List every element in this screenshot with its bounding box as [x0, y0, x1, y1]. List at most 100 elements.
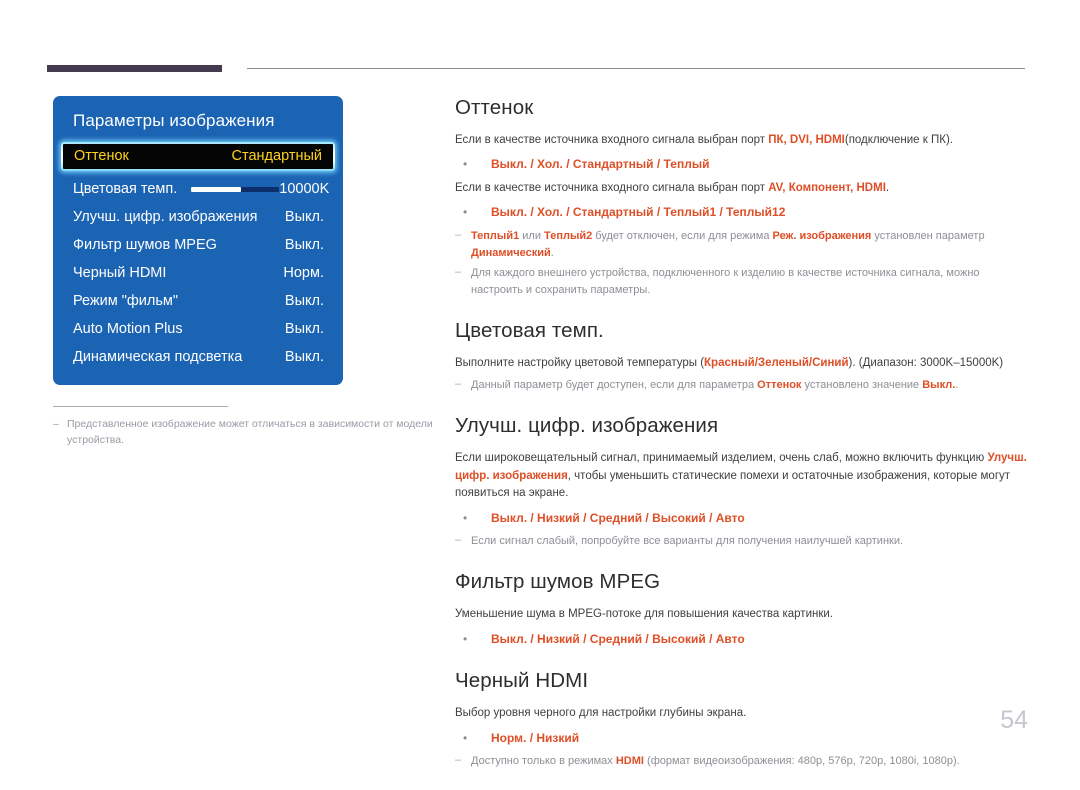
osd-row-digital-clean[interactable]: Улучш. цифр. изображения Выкл.	[53, 203, 343, 231]
tint-note1-b: или	[519, 229, 545, 242]
tint-note1-c: Теплый2	[544, 229, 593, 242]
osd-row-label-dynamic-backlight: Динамическая подсветка	[73, 349, 243, 365]
tint-note1-h: .	[550, 246, 554, 259]
osd-row-value-auto-motion-plus: Выкл.	[284, 321, 324, 337]
osd-footnote-rule	[53, 406, 228, 407]
digital-clean-options-text: Выкл. / Низкий / Средний / Высокий / Авт…	[491, 510, 745, 525]
osd-row-label-film-mode: Режим "фильм"	[73, 293, 179, 309]
tint-para1-post: (подключение к ПК).	[844, 134, 953, 146]
tint-note-1: ‒ Теплый1 или Теплый2 будет отключен, есл…	[455, 228, 1027, 262]
section-title-color-temp: Цветовая темп.	[455, 318, 604, 342]
osd-footnote: ‒ Представленное изображение может отлич…	[53, 406, 433, 449]
bullet-icon: •	[463, 730, 468, 745]
tint-note2-text: Для каждого внешнего устройства, подключ…	[471, 266, 980, 296]
osd-row-value-hdmi-black: Норм.	[283, 265, 324, 281]
hdmi-black-paragraph: Выбор уровня черного для настройки глуби…	[455, 707, 747, 720]
color-temp-note-b: Оттенок	[757, 379, 802, 392]
page-header-rule	[0, 62, 1080, 74]
color-temp-para-post: ). (Диапазон: 3000K–15000K)	[848, 356, 1004, 369]
tint-options-av-list: • Выкл. / Хол. / Стандартный / Теплый1 / …	[455, 202, 1027, 222]
page-number: 54	[1000, 706, 1028, 734]
note-dash-icon: ‒	[455, 753, 462, 766]
color-temp-note-d: Выкл.	[922, 379, 956, 392]
osd-menu-panel: Параметры изображения Оттенок Стандартны…	[53, 96, 343, 385]
osd-menu-title: Параметры изображения	[73, 111, 275, 130]
tint-note-2: ‒ Для каждого внешнего устройства, подклю…	[455, 265, 1027, 299]
digital-clean-options-list: • Выкл. / Низкий / Средний / Высокий / Ав…	[455, 508, 1027, 528]
osd-row-dynamic-backlight[interactable]: Динамическая подсветка Выкл.	[53, 343, 343, 371]
osd-illustration-column: Параметры изображения Оттенок Стандартны…	[53, 96, 433, 449]
digital-clean-options-item: • Выкл. / Низкий / Средний / Высокий / Ав…	[455, 508, 1027, 528]
digital-clean-note-text: Если сигнал слабый, попробуйте все вариа…	[471, 535, 904, 548]
tint-para1-pre: Если в качестве источника входного сигна…	[455, 134, 769, 146]
section-title-tint: Оттенок	[455, 96, 534, 119]
tint-options-av-item: • Выкл. / Хол. / Стандартный / Теплый1 / …	[455, 202, 1027, 222]
color-temp-note-e: .	[955, 379, 959, 392]
hdmi-black-note-c: (формат видеоизображения: 480p, 576p, 72…	[643, 754, 960, 767]
osd-row-label-hdmi-black: Черный HDMI	[73, 265, 167, 281]
hdmi-black-options-item: • Норм. / Низкий	[455, 728, 1027, 748]
osd-row-color-temp[interactable]: Цветовая темп. 10000K	[53, 175, 343, 203]
hdmi-black-note-a: Доступно только в режимах	[471, 754, 616, 767]
osd-row-auto-motion-plus[interactable]: Auto Motion Plus Выкл.	[53, 315, 343, 343]
bullet-icon: •	[463, 631, 468, 646]
color-temp-slider-fill	[191, 186, 242, 192]
osd-row-label-digital-clean: Улучш. цифр. изображения	[73, 209, 258, 225]
section-title-mpeg-noise-filter: Фильтр шумов MPEG	[455, 570, 661, 594]
osd-row-value-mpeg-filter: Выкл.	[284, 237, 324, 253]
osd-row-value-color-temp: 10000K	[279, 181, 330, 197]
mpeg-filter-options-list: • Выкл. / Низкий / Средний / Высокий / Ав…	[455, 629, 1027, 649]
color-temp-slider[interactable]	[191, 186, 280, 192]
osd-row-label-color-temp: Цветовая темп.	[73, 181, 178, 197]
color-temp-note-c: установлено значение	[801, 379, 923, 392]
osd-row-label-auto-motion-plus: Auto Motion Plus	[73, 321, 183, 337]
section-mpeg-noise-filter: Фильтр шумов MPEG Уменьшение шума в MPEG…	[455, 570, 1027, 649]
section-hdmi-black-level: Черный HDMI Выбор уровня черного для нас…	[455, 669, 1027, 770]
manual-body-column: Оттенок Если в качестве источника входно…	[455, 96, 1027, 790]
osd-row-hdmi-black[interactable]: Черный HDMI Норм.	[53, 259, 343, 287]
osd-row-film-mode[interactable]: Режим "фильм" Выкл.	[53, 287, 343, 315]
digital-clean-para-a: Если широковещательный сигнал, принимаем…	[455, 452, 988, 465]
bullet-icon: •	[463, 205, 468, 220]
osd-row-value-film-mode: Выкл.	[284, 293, 324, 309]
osd-row-label-tint: Оттенок	[74, 148, 129, 164]
tint-options-pc-list: • Выкл. / Хол. / Стандартный / Теплый	[455, 154, 1027, 174]
section-tint: Оттенок Если в качестве источника входно…	[455, 96, 1027, 299]
color-temp-paragraph: Выполните настройку цветовой температуры…	[455, 355, 1027, 372]
tint-paragraph-av: Если в качестве источника входного сигна…	[455, 180, 1027, 197]
tint-note1-g: Динамический	[471, 246, 551, 259]
osd-row-label-mpeg-filter: Фильтр шумов MPEG	[73, 237, 217, 253]
header-accent-bar	[47, 65, 222, 72]
hdmi-black-note: ‒ Доступно только в режимах HDMI (формат …	[455, 753, 1027, 770]
digital-clean-note: ‒ Если сигнал слабый, попробуйте все вари…	[455, 533, 1027, 550]
tint-paragraph-pc: Если в качестве источника входного сигна…	[455, 132, 1027, 149]
note-dash-icon: ‒	[455, 534, 462, 547]
bullet-icon: •	[463, 157, 468, 172]
hdmi-black-options-text: Норм. / Низкий	[491, 730, 580, 745]
osd-row-tint-highlight[interactable]: Оттенок Стандартный	[61, 142, 335, 171]
tint-options-pc-text: Выкл. / Хол. / Стандартный / Теплый	[491, 157, 710, 172]
tint-note1-f: установлен параметр	[871, 229, 985, 242]
color-temp-note: ‒ Данный параметр будет доступен, если дл…	[455, 377, 1027, 394]
tint-options-pc-item: • Выкл. / Хол. / Стандартный / Теплый	[455, 154, 1027, 174]
digital-clean-paragraph: Если широковещательный сигнал, принимаем…	[455, 450, 1027, 502]
osd-row-value-digital-clean: Выкл.	[284, 209, 324, 225]
note-dash-icon: ‒	[455, 378, 462, 391]
mpeg-filter-options-text: Выкл. / Низкий / Средний / Высокий / Авт…	[491, 631, 745, 646]
osd-row-value-dynamic-backlight: Выкл.	[284, 349, 324, 365]
osd-footnote-text: Представленное изображение может отличат…	[67, 418, 433, 447]
mpeg-filter-paragraph: Уменьшение шума в MPEG-потоке для повыше…	[455, 608, 833, 621]
color-temp-para-pre: Выполните настройку цветовой температуры…	[455, 356, 705, 369]
footnote-dash: ‒	[53, 418, 59, 430]
tint-para1-terms: ПК, DVI, HDMI	[768, 134, 845, 146]
osd-row-mpeg-filter[interactable]: Фильтр шумов MPEG Выкл.	[53, 231, 343, 259]
bullet-icon: •	[463, 510, 468, 525]
osd-footnote-text-wrap: ‒ Представленное изображение может отлич…	[53, 416, 433, 449]
tint-note1-a: Теплый1	[471, 229, 520, 242]
header-divider-line	[247, 68, 1025, 69]
section-color-temp: Цветовая темп. Выполните настройку цвето…	[455, 319, 1027, 395]
color-temp-para-terms: Красный/Зеленый/Синий	[704, 356, 849, 369]
hdmi-black-options-list: • Норм. / Низкий	[455, 728, 1027, 748]
section-digital-clean-view: Улучш. цифр. изображения Если широковеща…	[455, 414, 1027, 550]
section-title-digital-clean-view: Улучш. цифр. изображения	[455, 414, 719, 438]
